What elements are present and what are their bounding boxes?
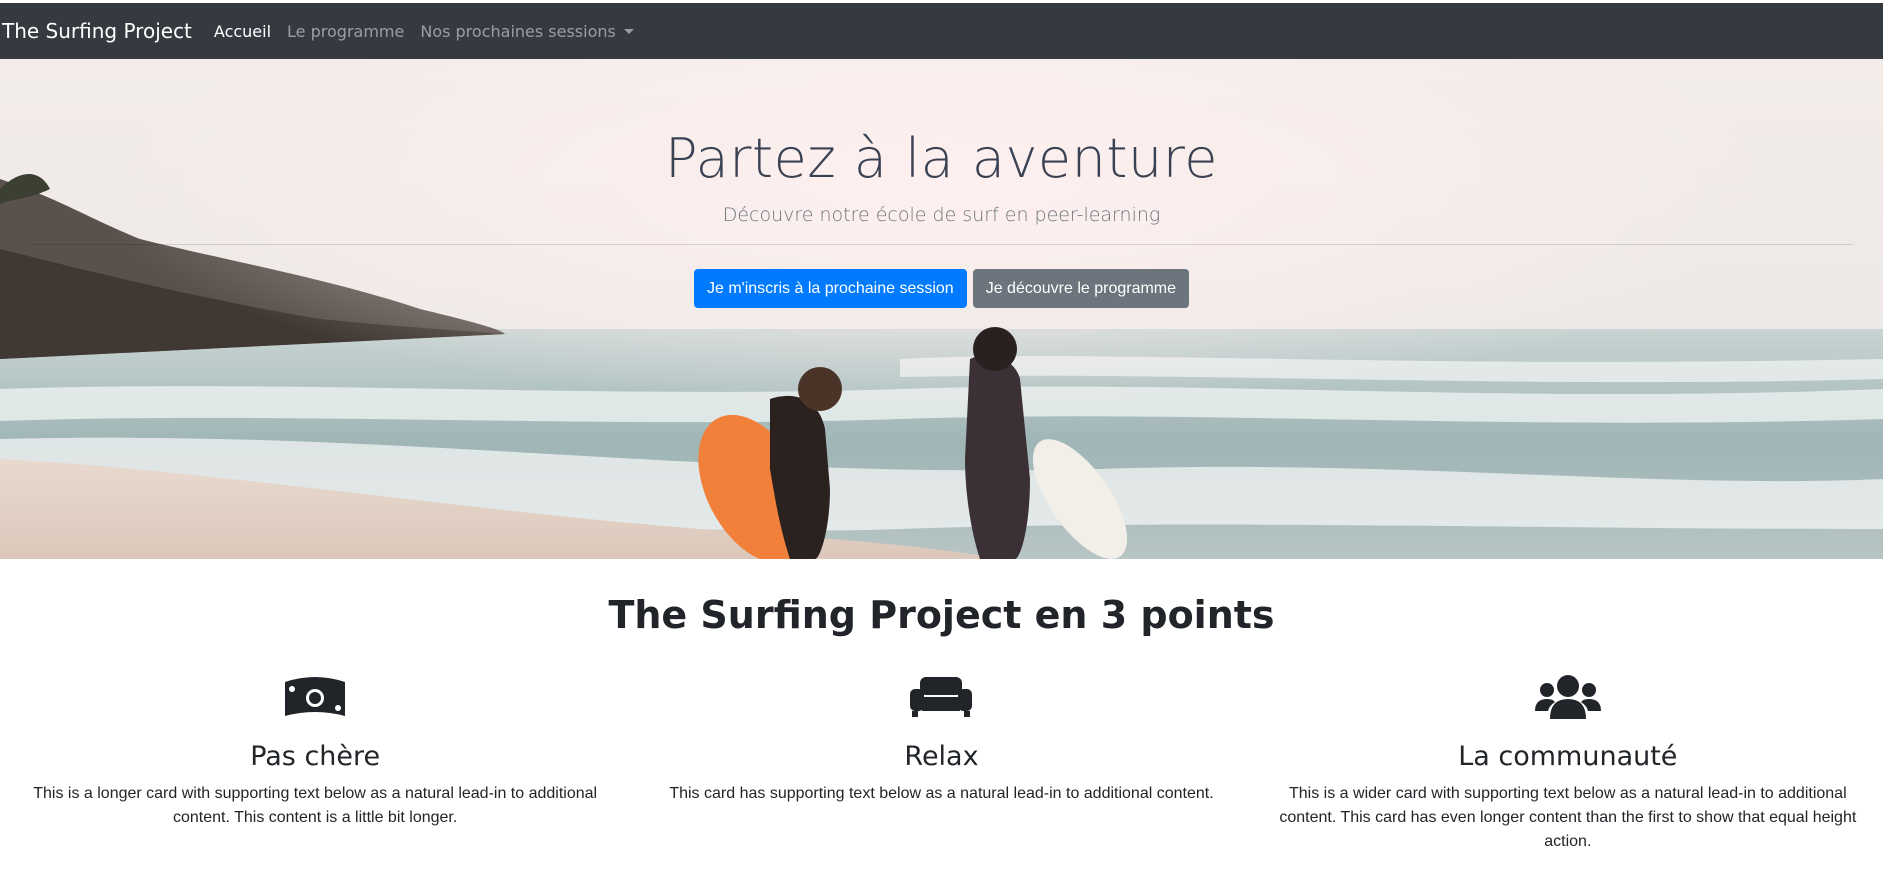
caret-down-icon — [623, 28, 634, 34]
hero-divider — [30, 244, 1853, 245]
hero-content: Partez à la aventure Découvre notre écol… — [0, 59, 1883, 308]
discover-program-button[interactable]: Je découvre le programme — [972, 269, 1190, 308]
signup-button[interactable]: Je m'inscris à la prochaine session — [693, 269, 967, 308]
users-icon — [1263, 665, 1873, 729]
hero-subtitle: Découvre notre école de surf en peer-lea… — [722, 204, 1161, 226]
card-relax: Relax This card has supporting text belo… — [628, 665, 1254, 854]
card-title: Relax — [904, 741, 979, 772]
cards-row: Pas chère This is a longer card with sup… — [0, 665, 1883, 854]
nav-dropdown-label: Nos prochaines sessions — [420, 21, 616, 41]
card-communaute: La communauté This is a wider card with … — [1255, 665, 1881, 854]
nav-link-programme[interactable]: Le programme — [287, 22, 404, 41]
money-bill-icon — [10, 665, 620, 729]
couch-icon — [636, 665, 1246, 729]
card-text: This is a wider card with supporting tex… — [1279, 785, 1857, 850]
card-text: This is a longer card with supporting te… — [33, 785, 598, 826]
navbar: The Surfing Project Accueil Le programme… — [0, 3, 1883, 59]
card-text: This card has supporting text below as a… — [669, 785, 1214, 802]
points-title: The Surfing Project en 3 points — [608, 593, 1275, 637]
hero-jumbotron: Partez à la aventure Découvre notre écol… — [0, 59, 1883, 559]
card-title: Pas chère — [250, 741, 381, 772]
hero-buttons: Je m'inscris à la prochaine session Je d… — [0, 269, 1883, 308]
nav-link-accueil[interactable]: Accueil — [214, 22, 271, 41]
hero-title: Partez à la aventure — [665, 127, 1218, 190]
navbar-brand[interactable]: The Surfing Project — [2, 19, 192, 43]
nav-dropdown-sessions[interactable]: Nos prochaines sessions — [420, 22, 634, 41]
card-pas-chere: Pas chère This is a longer card with sup… — [2, 665, 628, 854]
card-title: La communauté — [1458, 741, 1678, 772]
